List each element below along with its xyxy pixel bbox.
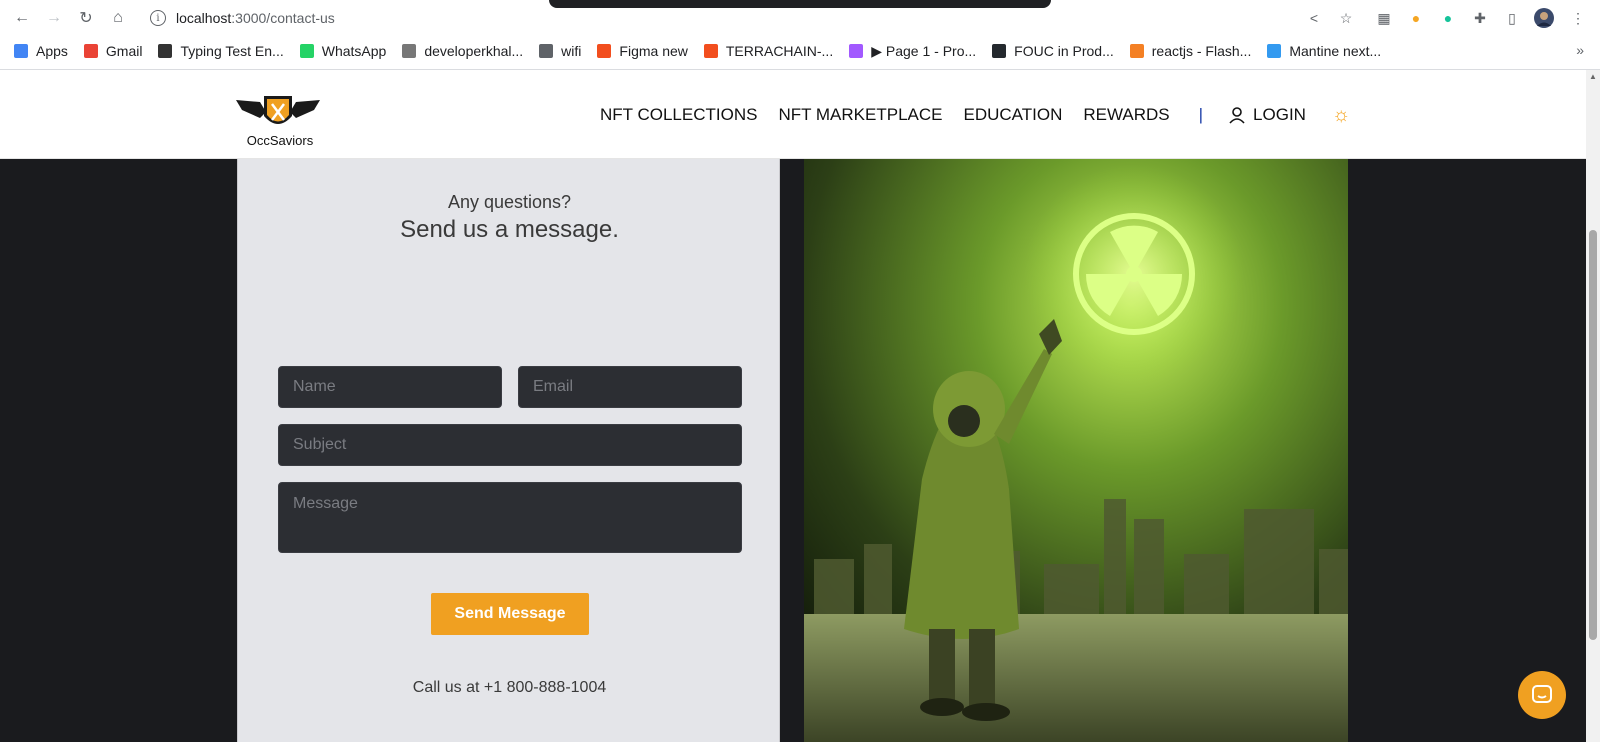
login-link[interactable]: LOGIN xyxy=(1227,105,1306,125)
scrollbar-thumb[interactable] xyxy=(1589,230,1597,640)
bookmark-item[interactable]: TERRACHAIN-... xyxy=(703,43,834,59)
avatar[interactable] xyxy=(1534,8,1554,28)
name-input[interactable] xyxy=(278,366,502,408)
bookmark-label: developerkhal... xyxy=(424,43,524,59)
contact-eyebrow: Any questions? xyxy=(447,192,572,212)
menu-icon[interactable]: ⋮ xyxy=(1568,8,1588,28)
bookmark-item[interactable]: Typing Test En... xyxy=(158,43,284,59)
bookmark-label: wifi xyxy=(561,43,582,59)
browser-chrome: ← → ↻ ⌂ i localhost:3000/contact-us < ☆ … xyxy=(0,0,1600,70)
bookmark-label: Figma new xyxy=(619,43,688,59)
bookmark-star-icon[interactable]: ☆ xyxy=(1336,8,1356,28)
user-icon xyxy=(1229,107,1245,124)
main-nav: NFT COLLECTIONS NFT MARKETPLACE EDUCATIO… xyxy=(600,100,1350,130)
bookmark-item[interactable]: FOUC in Prod... xyxy=(992,43,1114,59)
extensions-puzzle-icon[interactable]: ✚ xyxy=(1470,8,1490,28)
side-panel-icon[interactable]: ▯ xyxy=(1502,8,1522,28)
nav-rewards[interactable]: REWARDS xyxy=(1083,105,1169,125)
bookmark-favicon-icon xyxy=(597,44,612,58)
chat-icon xyxy=(1532,685,1552,703)
page-scrollbar[interactable]: ▲ xyxy=(1586,70,1600,742)
bookmark-favicon-icon xyxy=(158,44,173,58)
hazmat-illustration xyxy=(804,159,1348,742)
bookmark-label: Gmail xyxy=(105,43,143,59)
email-input[interactable] xyxy=(518,366,742,408)
extension-green-icon[interactable]: ● xyxy=(1438,8,1458,28)
url-path: :3000/contact-us xyxy=(231,10,335,26)
forward-icon[interactable]: → xyxy=(42,6,66,30)
url-host: localhost xyxy=(176,10,232,26)
bookmark-favicon-icon xyxy=(83,44,98,58)
site-header: OccSaviors NFT COLLECTIONS NFT MARKETPLA… xyxy=(0,70,1586,159)
bookmark-favicon-icon xyxy=(14,44,28,58)
home-icon[interactable]: ⌂ xyxy=(106,6,130,30)
chat-launcher-button[interactable] xyxy=(1518,671,1566,719)
bookmark-label: Mantine next... xyxy=(1289,43,1382,59)
bookmark-favicon-icon xyxy=(1129,44,1144,58)
login-label: LOGIN xyxy=(1253,105,1306,124)
logo-text[interactable]: OccSaviors xyxy=(240,133,320,148)
bookmark-label: Apps xyxy=(36,43,68,59)
scroll-up-icon[interactable]: ▲ xyxy=(1589,72,1597,81)
nav-education[interactable]: EDUCATION xyxy=(964,105,1063,125)
bookmarks-overflow-icon[interactable]: » xyxy=(1576,42,1584,58)
bookmark-favicon-icon xyxy=(299,44,314,58)
address-bar[interactable]: i localhost:3000/contact-us xyxy=(140,4,1340,32)
bookmark-item[interactable]: Figma new xyxy=(597,43,688,59)
send-message-button[interactable]: Send Message xyxy=(431,593,589,635)
bookmark-item[interactable]: ▶ Page 1 - Pro... xyxy=(849,43,976,60)
bookmark-item[interactable]: Mantine next... xyxy=(1267,43,1381,59)
bookmark-label: ▶ Page 1 - Pro... xyxy=(871,42,977,59)
bookmark-item[interactable]: reactjs - Flash... xyxy=(1129,43,1252,59)
extension-icon[interactable]: ▦ xyxy=(1374,8,1394,28)
nav-nft-marketplace[interactable]: NFT MARKETPLACE xyxy=(778,105,942,125)
bookmark-label: WhatsApp xyxy=(321,43,387,59)
bookmark-favicon-icon xyxy=(539,44,554,58)
bookmark-item[interactable]: WhatsApp xyxy=(299,43,387,59)
bookmark-item[interactable]: wifi xyxy=(539,43,581,59)
bookmark-favicon-icon xyxy=(402,44,417,58)
reload-icon[interactable]: ↻ xyxy=(74,6,98,30)
bookmark-label: FOUC in Prod... xyxy=(1014,43,1114,59)
bookmarks-bar: Apps Gmail Typing Test En... WhatsApp develo… xyxy=(0,38,1600,64)
bookmark-item[interactable]: developerkhal... xyxy=(402,43,523,59)
nav-separator: | xyxy=(1198,105,1204,124)
bookmark-label: TERRACHAIN-... xyxy=(725,43,834,59)
back-icon[interactable]: ← xyxy=(10,6,34,30)
bookmark-item[interactable]: Apps xyxy=(14,43,68,59)
page: OccSaviors NFT COLLECTIONS NFT MARKETPLA… xyxy=(0,70,1586,742)
bookmark-label: reactjs - Flash... xyxy=(1151,43,1252,59)
site-info-icon[interactable]: i xyxy=(150,10,166,26)
message-textarea[interactable] xyxy=(278,482,742,553)
share-icon[interactable]: < xyxy=(1304,8,1324,28)
call-us-text: Call us at +1 800-888-1004 xyxy=(412,679,607,696)
contact-heading: Send us a message. xyxy=(400,216,619,243)
bookmark-label: Typing Test En... xyxy=(180,43,284,59)
nav-nft-collections[interactable]: NFT COLLECTIONS xyxy=(600,105,757,125)
subject-input[interactable] xyxy=(278,424,742,466)
browser-toolbar: ← → ↻ ⌂ i localhost:3000/contact-us < ☆ … xyxy=(0,0,1600,36)
sun-icon[interactable]: ☼ xyxy=(1332,104,1350,127)
bookmark-favicon-icon xyxy=(1267,44,1282,58)
contact-panel: Any questions? Send us a message. Send M… xyxy=(237,159,780,742)
notification-bar xyxy=(549,0,1051,8)
bookmark-favicon-icon xyxy=(992,44,1007,58)
bookmark-favicon-icon xyxy=(703,44,718,58)
bookmark-favicon-icon xyxy=(849,44,864,58)
grammarly-icon[interactable]: ● xyxy=(1406,8,1426,28)
bookmark-item[interactable]: Gmail xyxy=(83,43,143,59)
